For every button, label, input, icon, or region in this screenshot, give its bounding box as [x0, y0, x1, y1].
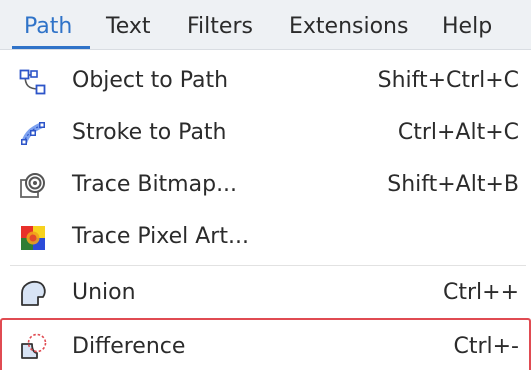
menu-extensions[interactable]: Extensions [289, 0, 408, 50]
menu-help[interactable]: Help [442, 0, 492, 50]
menu-text[interactable]: Text [106, 0, 151, 50]
menu-item-label: Difference [72, 334, 186, 359]
menu-item-stroke-to-path[interactable]: Stroke to Path Ctrl+Alt+C [0, 106, 531, 158]
menu-item-shortcut: Ctrl+- [453, 334, 519, 359]
path-menu-dropdown: Object to Path Shift+Ctrl+C Stroke to Pa… [0, 51, 531, 370]
menu-item-object-to-path[interactable]: Object to Path Shift+Ctrl+C [0, 54, 531, 106]
menu-item-trace-bitmap[interactable]: Trace Bitmap... Shift+Alt+B [0, 158, 531, 210]
menu-bar: Path Text Filters Extensions Help [0, 0, 531, 50]
trace-bitmap-icon [18, 171, 48, 201]
menu-filters[interactable]: Filters [187, 0, 253, 50]
object-to-path-icon [18, 67, 48, 97]
menu-item-shortcut: Ctrl++ [442, 280, 519, 305]
menu-item-difference[interactable]: Difference Ctrl+- [0, 318, 531, 370]
menu-item-union[interactable]: Union Ctrl++ [0, 266, 531, 318]
menu-item-label: Trace Pixel Art... [72, 224, 249, 249]
menu-item-shortcut: Shift+Ctrl+C [377, 68, 519, 93]
menu-path[interactable]: Path [24, 0, 72, 50]
menu-item-label: Trace Bitmap... [72, 172, 238, 197]
active-menu-indicator [12, 46, 90, 49]
menu-item-label: Object to Path [72, 68, 229, 93]
menu-item-label: Union [72, 280, 136, 305]
menu-item-shortcut: Ctrl+Alt+C [397, 120, 519, 145]
trace-pixel-art-icon [18, 223, 48, 253]
stroke-to-path-icon [18, 119, 48, 149]
union-icon [18, 279, 48, 309]
menu-item-shortcut: Shift+Alt+B [387, 172, 519, 197]
menu-item-label: Stroke to Path [72, 120, 227, 145]
menu-item-trace-pixel-art[interactable]: Trace Pixel Art... [0, 210, 531, 262]
difference-icon [18, 331, 48, 361]
